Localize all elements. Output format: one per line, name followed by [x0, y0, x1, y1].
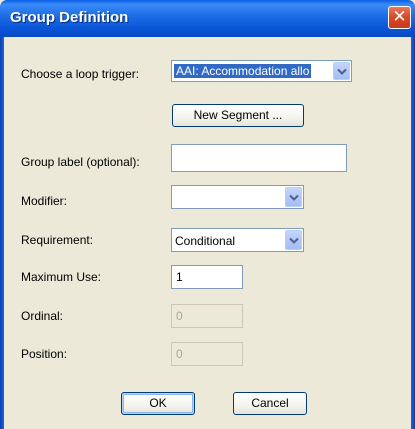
group-label-label: Group label (optional):	[21, 155, 140, 169]
chevron-down-icon	[289, 237, 299, 244]
ok-button[interactable]: OK	[121, 392, 195, 415]
requirement-value: Conditional	[175, 234, 236, 248]
chevron-down-icon	[289, 194, 299, 201]
modifier-dropdown-button[interactable]	[285, 187, 302, 207]
new-segment-button[interactable]: New Segment ...	[172, 104, 304, 127]
loop-trigger-value: AAI: Accommodation allo	[174, 64, 312, 78]
cancel-button[interactable]: Cancel	[233, 392, 307, 415]
maximum-use-input[interactable]: 1	[171, 265, 243, 289]
close-icon[interactable]: ✕	[388, 6, 411, 29]
position-input: 0	[171, 342, 243, 366]
requirement-label: Requirement:	[21, 233, 94, 247]
loop-trigger-select[interactable]: AAI: Accommodation allo	[171, 60, 352, 82]
maximum-use-label: Maximum Use:	[21, 270, 102, 284]
position-label: Position:	[21, 347, 68, 361]
dialog-title: Group Definition	[10, 9, 129, 26]
loop-trigger-label: Choose a loop trigger:	[21, 67, 140, 81]
window-frame-right	[411, 37, 415, 429]
modifier-select[interactable]	[171, 185, 304, 209]
requirement-select[interactable]: Conditional	[171, 228, 304, 252]
requirement-dropdown-button[interactable]	[285, 230, 302, 250]
dialog-body: Choose a loop trigger: AAI: Accommodatio…	[4, 37, 411, 429]
ordinal-label: Ordinal:	[21, 309, 64, 323]
title-bar[interactable]: Group Definition ✕	[0, 0, 415, 37]
ordinal-input: 0	[171, 304, 243, 328]
loop-trigger-dropdown-button[interactable]	[333, 62, 350, 80]
group-definition-dialog: Group Definition ✕ Choose a loop trigger…	[0, 0, 415, 429]
chevron-down-icon	[337, 68, 347, 75]
modifier-label: Modifier:	[21, 194, 68, 208]
group-label-input[interactable]	[171, 144, 347, 172]
